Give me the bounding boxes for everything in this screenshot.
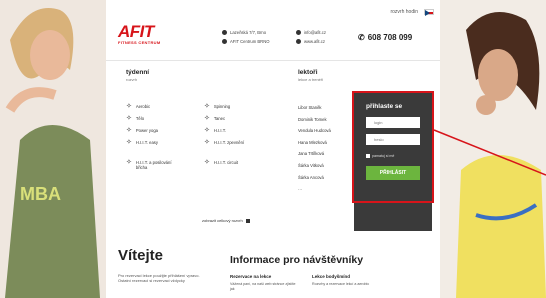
phone-number[interactable]: ✆ 608 708 099	[358, 33, 412, 42]
lessons-heading[interactable]: Lekce bodyšmínd	[312, 274, 350, 279]
online-contact-block: info@afit.cz www.afit.cz	[296, 28, 326, 46]
class-item[interactable]: ✧ H.I.I.T. zpevnění	[204, 139, 276, 146]
class-item[interactable]: ✧ H.I.I.T. easy	[126, 139, 198, 146]
calendar-icon	[245, 218, 250, 223]
full-schedule-label: zobrazit celkový rozvrh	[202, 218, 243, 223]
welcome-title: Vítejte	[118, 247, 164, 264]
hiit-easy-figure-icon: ✧	[126, 139, 132, 146]
login-panel-footer	[354, 201, 432, 231]
hiit-figure-icon: ✧	[204, 127, 210, 134]
trainer-item[interactable]: Vendula Hudcová	[298, 127, 352, 139]
trainers-heading[interactable]: lektoři	[298, 69, 318, 76]
body-figure-icon: ✧	[126, 115, 132, 122]
spinning-figure-icon: ✧	[204, 103, 210, 110]
trainer-item[interactable]: Šárka Vitková	[298, 162, 352, 174]
location-pin-icon	[222, 30, 227, 35]
login-highlight-frame	[352, 91, 434, 203]
class-item[interactable]: ✧ H.I.I.T. circuit	[204, 159, 276, 166]
trainer-list: Libor Staněk Dominik Tomek Vendula Hudco…	[298, 104, 352, 197]
web-link[interactable]: www.afit.cz	[304, 39, 325, 44]
address-block: Lazeňská 7/7, Brno AFIT Centrum BRNO	[222, 28, 269, 46]
visitor-info-title: Informace pro návštěvníky	[230, 254, 364, 266]
hiit-circuit-figure-icon: ✧	[204, 159, 210, 166]
top-links: rozvrh hodin	[390, 9, 434, 16]
site-logo[interactable]: AFIT FITNESS CENTRUM	[118, 22, 161, 45]
website-page: rozvrh hodin AFIT FITNESS CENTRUM Lazeňs…	[106, 0, 440, 298]
schedule-top-link[interactable]: rozvrh hodin	[390, 9, 418, 15]
trainers-subheading: lekce a trenéři	[298, 77, 324, 82]
yoga-figure-icon: ✧	[126, 127, 132, 134]
address-line: Lazeňská 7/7, Brno	[230, 30, 267, 35]
class-item[interactable]: ✧ H.I.I.T.	[204, 127, 276, 134]
class-item[interactable]: ✧ Aerobic	[126, 103, 198, 110]
trainer-item[interactable]: Jana Trtílková	[298, 150, 352, 162]
model-photo-left: MBA	[0, 0, 110, 298]
phone-text: 608 708 099	[367, 33, 413, 42]
logo-subtitle: FITNESS CENTRUM	[118, 40, 161, 45]
dance-figure-icon: ✧	[204, 115, 210, 122]
aerobic-figure-icon: ✧	[126, 103, 132, 110]
class-item[interactable]: ✧ H.I.I.T. a posilování břicha	[126, 159, 184, 170]
model-photo-right	[436, 0, 546, 298]
address-name: AFIT Centrum BRNO	[230, 39, 270, 44]
welcome-text: Pro rezervaci lekce použijte přihlášení …	[118, 273, 200, 283]
czech-flag-icon[interactable]	[424, 9, 434, 16]
trainer-item[interactable]: Šárka Ancová	[298, 174, 352, 186]
web-icon	[296, 39, 301, 44]
weekly-subheading: rozvrh	[126, 77, 138, 82]
lessons-text: Rozvrhy a rezervace lekcí a aerobic	[312, 282, 370, 286]
trainer-item[interactable]: Dominik Tomek	[298, 116, 352, 128]
reservation-heading[interactable]: Rezervace na lekce	[230, 274, 271, 279]
email-link[interactable]: info@afit.cz	[304, 30, 326, 35]
weekly-heading[interactable]: týdenní	[126, 69, 149, 76]
phone-icon: ✆	[358, 33, 365, 42]
logo-text: AFIT	[118, 22, 154, 41]
class-item[interactable]: ✧ Power yoga	[126, 127, 198, 134]
reservation-text: Vážená paní, na naší web stránce zjistít…	[230, 282, 296, 291]
class-item[interactable]: ✧ Tělo	[126, 115, 198, 122]
building-icon	[222, 39, 227, 44]
hiit-abs-figure-icon: ✧	[126, 159, 132, 166]
trainer-item[interactable]: Libor Staněk	[298, 104, 352, 116]
header-divider	[106, 60, 440, 61]
class-item[interactable]: ✧ Tanec	[204, 115, 276, 122]
hiit-firming-figure-icon: ✧	[204, 139, 210, 146]
trainer-item: …	[298, 186, 303, 192]
email-icon	[296, 30, 301, 35]
class-item[interactable]: ✧ Spinning	[204, 103, 276, 110]
svg-text:MBA: MBA	[20, 184, 61, 204]
trainer-item[interactable]: Hana Mlezková	[298, 139, 352, 151]
full-schedule-link[interactable]: zobrazit celkový rozvrh	[202, 218, 250, 223]
